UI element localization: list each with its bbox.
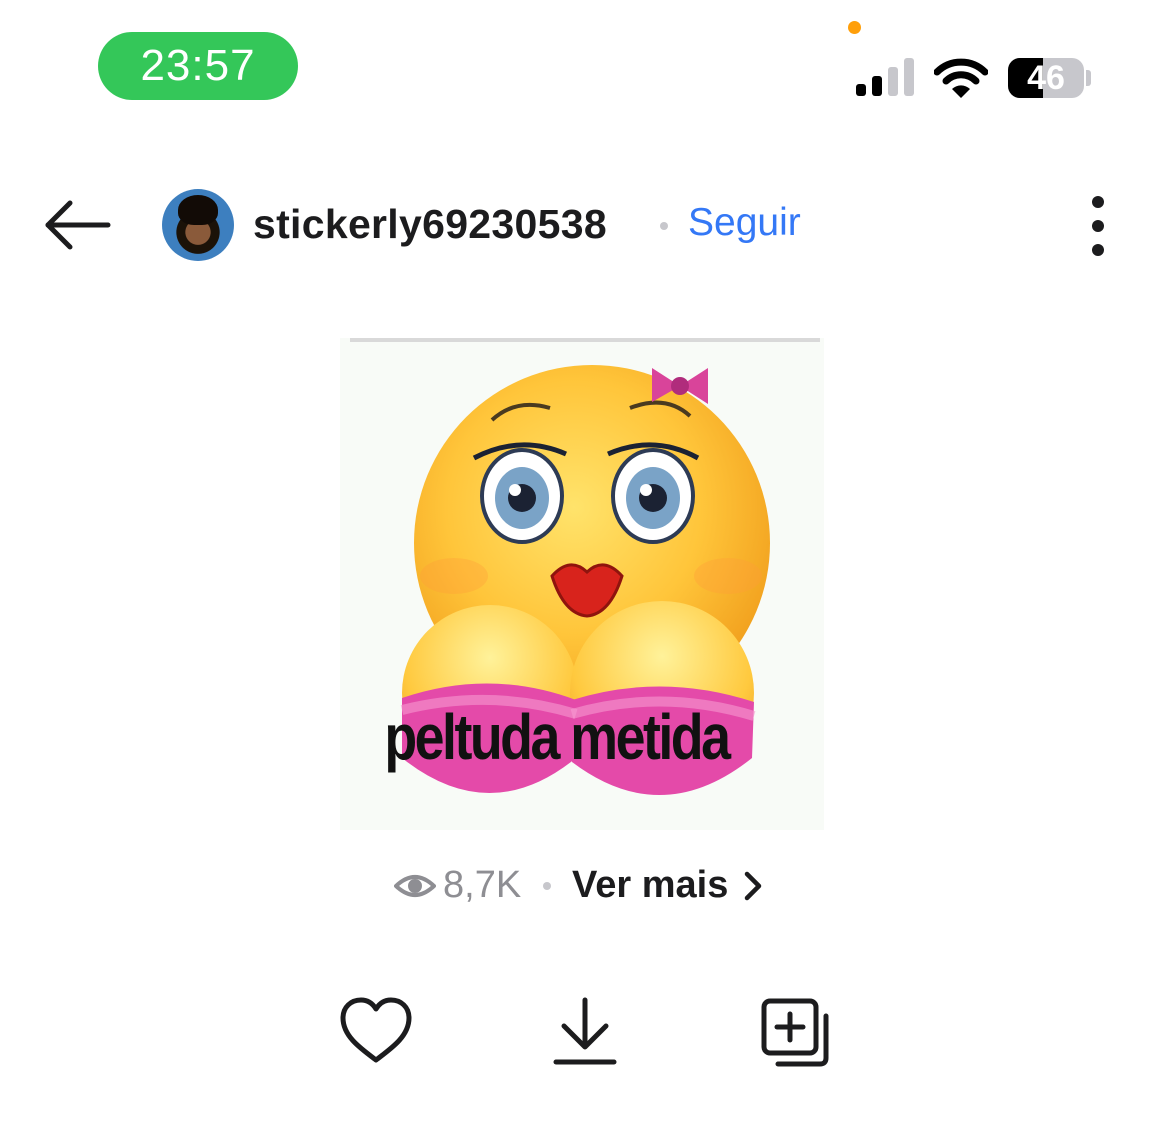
follow-button[interactable]: Seguir [688, 201, 801, 245]
wifi-icon [934, 58, 988, 98]
arrow-left-icon [45, 200, 111, 250]
status-time: 23:57 [140, 41, 256, 90]
back-button[interactable] [40, 196, 116, 254]
eye-icon [394, 875, 436, 897]
heart-icon [340, 997, 412, 1063]
like-button[interactable] [338, 996, 414, 1066]
views-count: 8,7K [443, 864, 522, 906]
add-to-collection-button[interactable] [758, 996, 834, 1068]
chevron-right-icon [745, 871, 762, 900]
status-time-pill[interactable]: 23:57 [98, 32, 298, 100]
add-to-collection-icon [761, 998, 829, 1067]
see-more-link[interactable]: Ver mais [572, 864, 764, 907]
see-more-label: Ver mais [572, 864, 729, 906]
vertical-ellipsis-icon [1092, 196, 1104, 208]
ellipsis-dot [1092, 244, 1104, 256]
separator-dot [543, 882, 551, 890]
battery-percent: 46 [1027, 58, 1065, 97]
separator-dot [660, 222, 668, 230]
avatar[interactable] [162, 189, 234, 261]
battery-icon: 46 [1008, 58, 1084, 98]
privacy-indicator-dot [848, 21, 861, 34]
more-options-button[interactable] [1076, 190, 1120, 262]
battery-cap [1086, 70, 1091, 86]
download-button[interactable] [552, 996, 618, 1066]
sticker-caption: peltuda metida [384, 701, 731, 773]
cellular-signal-icon [856, 58, 914, 96]
ellipsis-dot [1092, 220, 1104, 232]
download-icon [553, 997, 617, 1065]
username[interactable]: stickerly69230538 [253, 201, 607, 248]
